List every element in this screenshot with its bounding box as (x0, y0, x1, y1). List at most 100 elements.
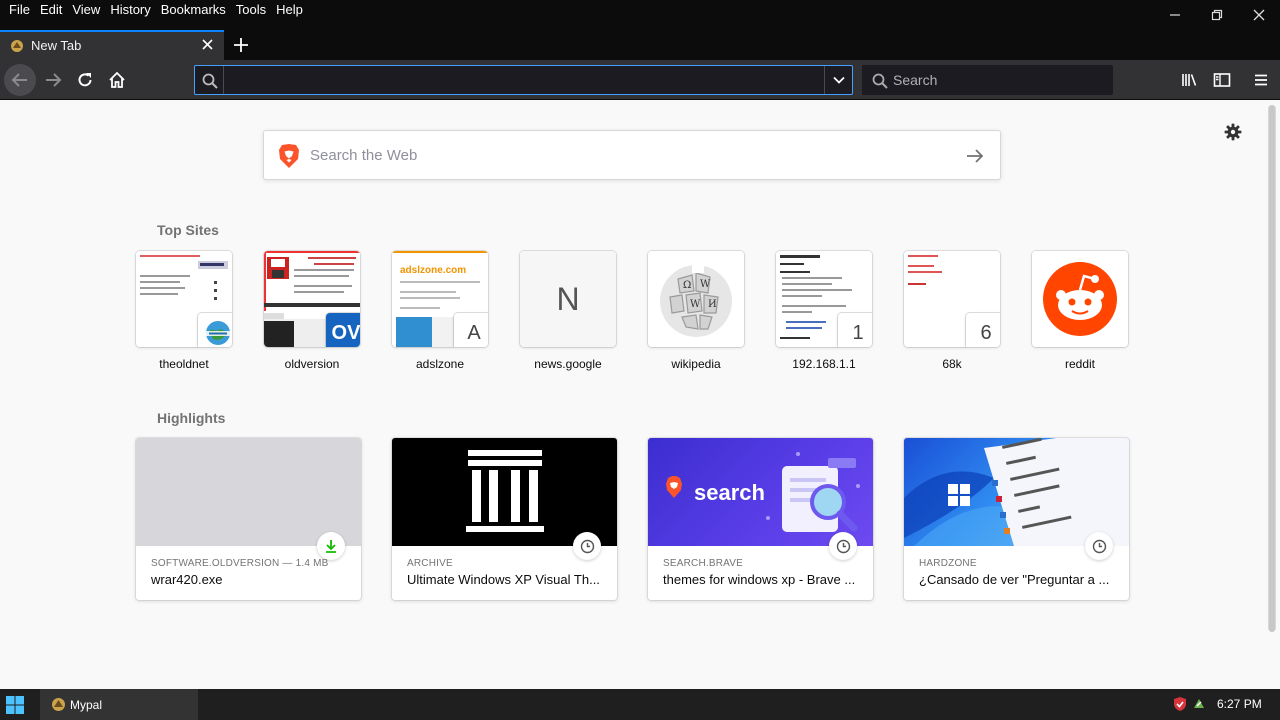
site-thumbnail: 6 (904, 251, 1000, 347)
history-clock-badge (1085, 532, 1113, 560)
archive-building-icon (466, 450, 544, 532)
highlight-card-hardzone[interactable]: HARDZONE ¿Cansado de ver "Preguntar a ..… (904, 438, 1129, 600)
top-site-192-168-1-1[interactable]: 1 192.168.1.1 (776, 251, 872, 371)
menu-help[interactable]: Help (271, 2, 308, 18)
svg-text:W: W (700, 279, 711, 290)
taskbar-clock[interactable]: 6:27 PM (1217, 697, 1262, 711)
menu-view[interactable]: View (67, 2, 105, 18)
highlights-title: Highlights (157, 410, 226, 426)
globe-icon (206, 321, 230, 345)
app-menu-button[interactable] (1245, 64, 1277, 96)
sidebar-toggle-button[interactable] (1206, 64, 1238, 96)
restore-button[interactable] (1196, 0, 1238, 30)
tab-close-button[interactable] (198, 35, 216, 53)
windows-context-menu-image (904, 438, 1129, 546)
forward-button[interactable] (37, 64, 69, 96)
top-site-wikipedia[interactable]: ΩWWИ wikipedia (648, 251, 744, 371)
gear-icon (1224, 123, 1242, 141)
close-icon (201, 38, 213, 50)
mypal-favicon-icon (11, 40, 23, 52)
svg-text:Ω: Ω (683, 280, 691, 291)
site-letter-badge: 1 (838, 313, 872, 347)
search-icon (202, 73, 218, 89)
library-button[interactable] (1174, 64, 1206, 96)
back-arrow-icon (11, 73, 27, 87)
page-scrollbar[interactable] (1268, 105, 1276, 632)
clock-icon (1092, 539, 1106, 553)
minimize-button[interactable] (1154, 0, 1196, 30)
customize-settings-button[interactable] (1221, 120, 1245, 144)
web-search-placeholder: Search the Web (310, 147, 418, 164)
site-letter-badge: A (454, 313, 488, 347)
wikipedia-globe-icon: Ω WW И (648, 251, 744, 347)
site-thumbnail: adslzone.com A (392, 251, 488, 347)
highlight-card-brave-search[interactable]: search SEARCH.BRAVE themes for windows x… (648, 438, 873, 600)
search-input[interactable] (893, 69, 1103, 91)
library-icon (1182, 74, 1197, 86)
highlight-card-wrar[interactable]: SOFTWARE.OLDVERSION — 1.4 MB wrar420.exe (136, 438, 361, 600)
forward-arrow-icon (46, 73, 62, 87)
site-favicon-badge (198, 313, 232, 347)
new-tab-button[interactable] (229, 33, 253, 57)
site-thumbnail: 1 (776, 251, 872, 347)
search-bar[interactable] (862, 65, 1113, 95)
plus-icon (234, 38, 248, 52)
back-button[interactable] (4, 64, 36, 96)
menu-file[interactable]: File (4, 2, 35, 18)
site-thumbnail: ΩWWИ (648, 251, 744, 347)
site-label: wikipedia (671, 357, 721, 371)
menu-history[interactable]: History (105, 2, 155, 18)
site-letter-badge: 6 (966, 313, 1000, 347)
download-icon (326, 540, 336, 553)
security-shield-tray-icon[interactable] (1172, 696, 1188, 712)
brave-lion-icon (279, 144, 299, 168)
taskbar-app-mypal[interactable]: Mypal (40, 689, 198, 720)
top-site-adslzone[interactable]: adslzone.com A adslzone (392, 251, 488, 371)
tab-new-tab[interactable]: New Tab (0, 30, 224, 60)
url-bar[interactable] (194, 65, 853, 95)
site-label: 192.168.1.1 (792, 357, 856, 371)
reload-button[interactable] (69, 64, 101, 96)
site-label: reddit (1064, 357, 1096, 371)
network-tray-icon[interactable] (1191, 696, 1207, 712)
scrollbar-thumb[interactable] (1269, 105, 1275, 632)
menu-bookmarks[interactable]: Bookmarks (156, 2, 231, 18)
site-label: 68k (942, 357, 962, 371)
highlight-image (392, 438, 617, 546)
taskbar-app-label: Mypal (70, 698, 103, 712)
highlight-title: wrar420.exe (151, 572, 223, 587)
clock-icon (580, 539, 594, 553)
highlight-image (136, 438, 361, 546)
site-thumbnail (136, 251, 232, 347)
banner-search-text: search (694, 480, 765, 505)
highlight-source: ARCHIVE (407, 558, 453, 569)
mypal-app-icon (52, 698, 65, 711)
site-label: theoldnet (159, 357, 209, 371)
highlight-image: search (648, 438, 873, 546)
menu-tools[interactable]: Tools (231, 2, 271, 18)
menu-bar: File Edit View History Bookmarks Tools H… (0, 0, 1280, 30)
top-site-oldversion[interactable]: OV oldversion (264, 251, 360, 371)
top-site-reddit[interactable]: reddit (1032, 251, 1128, 371)
start-button[interactable] (0, 689, 30, 720)
new-tab-page: Search the Web Top Sites theoldnet OV ol… (0, 101, 1280, 689)
top-site-theoldnet[interactable]: theoldnet (136, 251, 232, 371)
url-input[interactable] (227, 68, 817, 92)
top-site-68k[interactable]: 6 68k (904, 251, 1000, 371)
site-label: news.google (534, 357, 602, 371)
menu-edit[interactable]: Edit (35, 2, 67, 18)
close-window-button[interactable] (1238, 0, 1280, 30)
url-dropdown-button[interactable] (824, 66, 852, 94)
top-site-news-google[interactable]: N news.google (520, 251, 616, 371)
highlight-card-archive[interactable]: ARCHIVE Ultimate Windows XP Visual Th... (392, 438, 617, 600)
web-search-box[interactable]: Search the Web (263, 130, 1001, 180)
site-thumbnail: N (520, 251, 616, 347)
download-icon-badge (317, 532, 345, 560)
home-button[interactable] (101, 64, 133, 96)
site-thumbnail (1032, 251, 1128, 347)
arrow-right-icon[interactable] (964, 145, 986, 167)
close-icon (1253, 9, 1265, 21)
site-label: oldversion (284, 357, 340, 371)
highlight-source: SEARCH.BRAVE (663, 558, 744, 569)
highlight-title: Ultimate Windows XP Visual Th... (407, 572, 600, 587)
